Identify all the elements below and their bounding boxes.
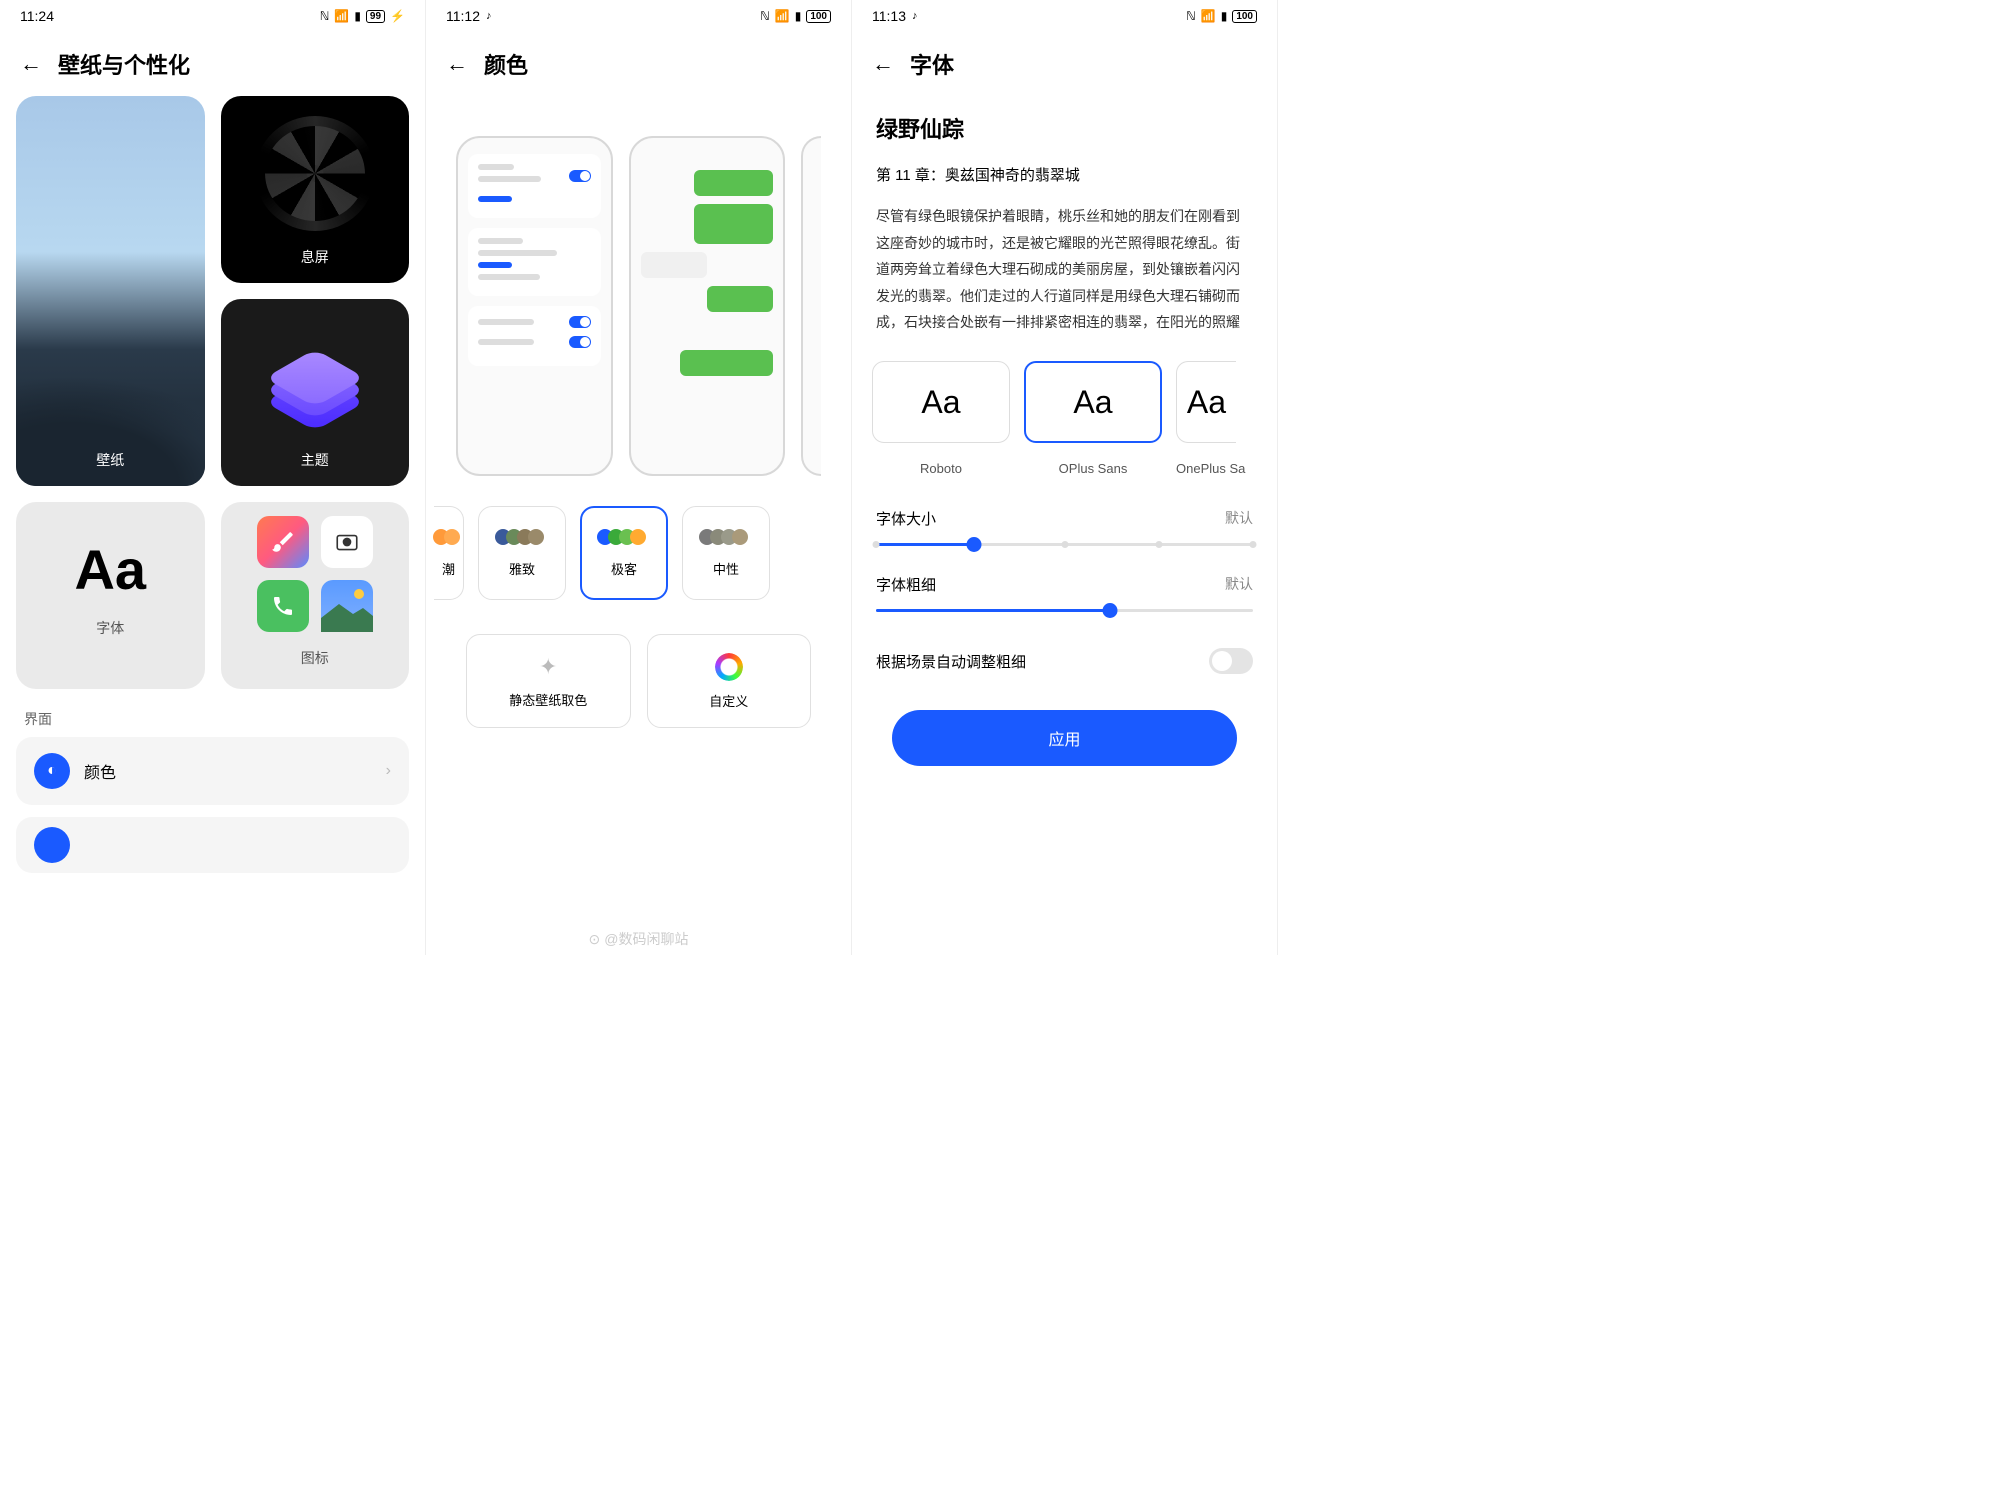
watermark: ⊙ @数码闲聊站 (589, 929, 689, 949)
signal-icon: ▮ (795, 9, 802, 23)
back-arrow-icon[interactable]: ← (20, 51, 42, 77)
tile-theme-label: 主题 (301, 434, 329, 486)
signal-icon: ▮ (354, 9, 361, 23)
palette-label: 雅致 (509, 559, 535, 578)
icon-partial (34, 827, 70, 863)
font-name: OnePlus Sa (1176, 461, 1245, 476)
clock: 11:13 (872, 8, 906, 24)
tile-wallpaper-label: 壁纸 (96, 434, 124, 486)
preview-chat[interactable] (629, 136, 786, 476)
sample-subtitle: 第 11 章：奥兹国神奇的翡翠城 (876, 164, 1253, 185)
palette-card[interactable]: 雅致 (478, 506, 566, 600)
tile-theme[interactable]: 主题 (221, 299, 410, 486)
icon-grid (257, 516, 373, 632)
palette-label: 极客 (611, 559, 637, 578)
weibo-icon: ⊙ (589, 931, 601, 948)
battery-icon: 100 (806, 10, 831, 23)
font-sample-area: 绿野仙踪 第 11 章：奥兹国神奇的翡翠城 尽管有绿色眼镜保护着眼睛，桃乐丝和她… (852, 96, 1277, 349)
tile-icons-label: 图标 (301, 632, 329, 684)
tile-aod-label: 息屏 (301, 231, 329, 283)
auto-weight-label: 根据场景自动调整粗细 (876, 651, 1026, 672)
phone-icon (257, 580, 309, 632)
palette-card[interactable]: 潮 (434, 506, 464, 600)
palette-label: 潮 (442, 559, 455, 578)
back-arrow-icon[interactable]: ← (872, 51, 894, 77)
aod-pattern-icon (255, 116, 375, 231)
nfc-icon: ℕ (320, 9, 330, 23)
action-custom-color[interactable]: 自定义 (647, 634, 812, 728)
palette-card[interactable]: 中性 (682, 506, 770, 600)
status-bar: 11:24 ℕ 📶 ▮ 99 ⚡ (0, 0, 425, 32)
list-item-color[interactable]: ◐ 颜色 › (16, 737, 409, 805)
signal-icon: ▮ (1221, 9, 1228, 23)
page-title: 字体 (910, 48, 954, 80)
tiktok-icon: ♪ (912, 10, 918, 22)
list-item-partial[interactable] (16, 817, 409, 873)
palette-card-selected[interactable]: 极客 (580, 506, 668, 600)
list-item-label: 颜色 (84, 759, 372, 783)
page-title: 颜色 (484, 48, 528, 80)
layers-icon (275, 354, 355, 434)
page-title: 壁纸与个性化 (58, 48, 190, 80)
tile-icons[interactable]: 图标 (221, 502, 410, 689)
gallery-icon (321, 580, 373, 632)
status-bar: 11:12 ♪ ℕ 📶 ▮ 100 (426, 0, 851, 32)
camera-icon (321, 516, 373, 568)
apply-button[interactable]: 应用 (892, 710, 1237, 766)
bolt-icon: ⚡ (390, 9, 405, 23)
font-name: OPlus Sans (1024, 461, 1162, 476)
tile-wallpaper[interactable]: 壁纸 (16, 96, 205, 486)
section-label: 界面 (0, 689, 425, 737)
sample-title: 绿野仙踪 (876, 112, 1253, 144)
wand-icon: ✦ (539, 654, 557, 680)
sample-body: 尽管有绿色眼镜保护着眼睛，桃乐丝和她的朋友们在刚看到这座奇妙的城市时，还是被它耀… (876, 203, 1253, 333)
palette-icon: ◐ (34, 753, 70, 789)
weight-label: 字体粗细 (876, 574, 936, 595)
font-card-selected[interactable]: Aa (1024, 361, 1162, 443)
preview-partial[interactable] (801, 136, 821, 476)
status-bar: 11:13 ♪ ℕ 📶 ▮ 100 (852, 0, 1277, 32)
wifi-icon: 📶 (334, 9, 349, 23)
chevron-right-icon: › (386, 762, 391, 780)
weight-value: 默认 (1225, 574, 1253, 595)
palette-row: 潮 雅致 极客 中性 (426, 496, 851, 610)
font-card[interactable]: Aa (1176, 361, 1236, 443)
tile-font-label: 字体 (96, 602, 124, 654)
font-name: Roboto (872, 461, 1010, 476)
tiktok-icon: ♪ (486, 10, 492, 22)
tile-aod[interactable]: 息屏 (221, 96, 410, 283)
battery-icon: 99 (366, 10, 385, 23)
preview-settings[interactable] (456, 136, 613, 476)
size-label: 字体大小 (876, 508, 936, 529)
wifi-icon: 📶 (775, 9, 790, 23)
weight-slider[interactable] (876, 609, 1253, 612)
font-card-row: Aa Aa Aa (852, 349, 1277, 455)
nfc-icon: ℕ (760, 9, 770, 23)
clock: 11:12 (446, 8, 480, 24)
clock: 11:24 (20, 8, 54, 24)
wifi-icon: 📶 (1201, 9, 1216, 23)
action-label: 自定义 (709, 691, 748, 710)
preview-row (426, 96, 851, 496)
paint-icon (257, 516, 309, 568)
battery-icon: 100 (1232, 10, 1257, 23)
action-label: 静态壁纸取色 (509, 690, 587, 709)
auto-weight-toggle[interactable] (1209, 648, 1253, 674)
size-value: 默认 (1225, 508, 1253, 529)
back-arrow-icon[interactable]: ← (446, 51, 468, 77)
font-sample-icon: Aa (74, 537, 146, 602)
tile-font[interactable]: Aa 字体 (16, 502, 205, 689)
size-slider[interactable] (876, 543, 1253, 546)
nfc-icon: ℕ (1186, 9, 1196, 23)
action-wallpaper-color[interactable]: ✦ 静态壁纸取色 (466, 634, 631, 728)
color-ring-icon (715, 653, 743, 681)
font-card[interactable]: Aa (872, 361, 1010, 443)
palette-label: 中性 (713, 559, 739, 578)
